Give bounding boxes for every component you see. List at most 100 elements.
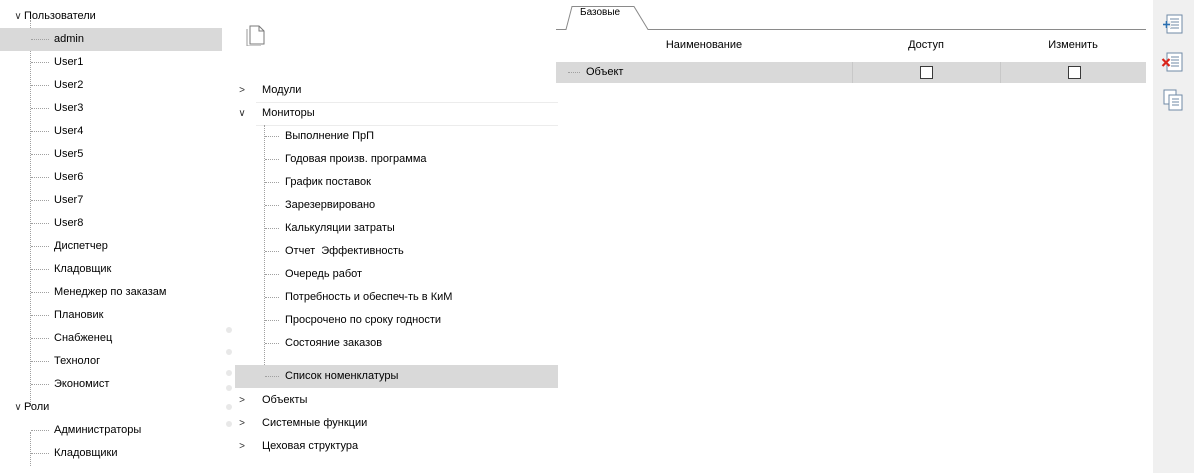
tree-item-monitor[interactable]: Годовая произв. программа: [235, 148, 558, 171]
tree-item-role[interactable]: Кладовщики: [0, 442, 222, 465]
tree-item-label: Объекты: [262, 394, 308, 406]
tree-item-monitor[interactable]: Отчет Эффективность: [235, 240, 558, 263]
chevron-right-icon[interactable]: >: [235, 79, 249, 102]
table-row[interactable]: Объект: [556, 62, 1146, 83]
tree-branch: [31, 430, 49, 431]
chevron-right-icon[interactable]: >: [235, 389, 249, 412]
tree-item-label: Состояние заказов: [285, 337, 383, 349]
tree-item-monitor[interactable]: Калькуляции затраты: [235, 217, 558, 240]
tree-branch: [265, 136, 279, 137]
tree-group-roles[interactable]: ∨ Роли: [0, 396, 222, 419]
delete-row-icon[interactable]: [1161, 50, 1185, 74]
tree-item-user[interactable]: Диспетчер: [0, 235, 222, 258]
tree-item-label: Плановик: [54, 309, 104, 321]
chevron-down-icon[interactable]: ∨: [12, 5, 24, 28]
tree-branch: [31, 384, 49, 385]
tree-branch: [265, 159, 279, 160]
tree-branch: [265, 376, 279, 377]
tree-item-label: Список номенклатуры: [285, 370, 399, 382]
tree-item-monitor[interactable]: Зарезервировано: [235, 194, 558, 217]
tree-item-label: Экономист: [54, 378, 110, 390]
chevron-down-icon[interactable]: ∨: [12, 396, 24, 419]
tree-group-label: Пользователи: [24, 10, 96, 22]
access-checkbox[interactable]: [920, 66, 933, 79]
scroll-dot: [226, 327, 232, 333]
column-header-access[interactable]: Доступ: [852, 33, 1000, 58]
tree-item-user[interactable]: Менеджер по заказам: [0, 281, 222, 304]
tree-item-user[interactable]: Технолог: [0, 350, 222, 373]
tree-item-label: Просрочено по сроку годности: [285, 314, 442, 326]
tree-item-user[interactable]: User6: [0, 166, 222, 189]
tree-item-label: User7: [54, 194, 84, 206]
tree-item-user[interactable]: Кладовщик: [0, 258, 222, 281]
tree-item-monitor[interactable]: Выполнение ПрП: [235, 125, 558, 148]
tree-item-user[interactable]: Плановик: [0, 304, 222, 327]
tree-branch: [31, 85, 49, 86]
tree-branch: [31, 292, 49, 293]
tree-item-role[interactable]: Администраторы: [0, 419, 222, 442]
tree-item-label: User6: [54, 171, 84, 183]
tree-item-monitor[interactable]: Список номенклатуры: [235, 365, 558, 388]
tree-item-label: Системные функции: [262, 417, 368, 429]
scroll-dot: [226, 370, 232, 376]
tree-item-system-functions[interactable]: > Системные функции: [235, 412, 558, 435]
tree-item-label: User4: [54, 125, 84, 137]
tree-branch: [31, 177, 49, 178]
tree-branch: [31, 108, 49, 109]
tree-item-monitor[interactable]: Просрочено по сроку годности: [235, 309, 558, 332]
tree-item-label: Администраторы: [54, 424, 142, 436]
add-row-icon[interactable]: [1161, 12, 1185, 36]
tree-group-users[interactable]: ∨ Пользователи: [0, 5, 222, 28]
tree-item-user[interactable]: User1: [0, 51, 222, 74]
tree-item-monitor[interactable]: График поставок: [235, 171, 558, 194]
tree-item-modules[interactable]: > Модули: [235, 79, 558, 102]
tree-item-label: Модули: [262, 84, 302, 96]
tree-item-monitor[interactable]: Потребность и обеспеч-ть в КиМ: [235, 286, 558, 309]
tree-item-user[interactable]: User3: [0, 97, 222, 120]
tree-item-label: Кладовщик: [54, 263, 112, 275]
chevron-right-icon[interactable]: >: [235, 412, 249, 435]
tree-item-user[interactable]: Снабженец: [0, 327, 222, 350]
grid-header: Наименование Доступ Изменить: [556, 33, 1146, 58]
scroll-dot: [226, 404, 232, 410]
tree-item-label: Мониторы: [262, 107, 315, 119]
tree-item-user[interactable]: User8: [0, 212, 222, 235]
tree-item-user[interactable]: User7: [0, 189, 222, 212]
tree-branch: [31, 223, 49, 224]
tree-item-shop-structure[interactable]: > Цеховая структура: [235, 435, 558, 458]
tree-item-label: User1: [54, 56, 84, 68]
tree-item-user[interactable]: User5: [0, 143, 222, 166]
column-separator: [1000, 62, 1001, 83]
tree-branch: [265, 320, 279, 321]
tree-item-monitor[interactable]: Состояние заказов: [235, 332, 558, 355]
tree-item-label: Очередь работ: [285, 268, 363, 280]
chevron-right-icon[interactable]: >: [235, 435, 249, 458]
copy-rows-icon[interactable]: [1161, 88, 1185, 112]
column-header-edit[interactable]: Изменить: [1000, 33, 1146, 58]
tree-item-user[interactable]: admin: [0, 28, 222, 51]
tree-item-monitor[interactable]: Очередь работ: [235, 263, 558, 286]
chevron-down-icon[interactable]: ∨: [235, 102, 249, 125]
tree-item-user[interactable]: User4: [0, 120, 222, 143]
tree-item-user[interactable]: Экономист: [0, 373, 222, 396]
tree-branch: [31, 315, 49, 316]
tree-item-user[interactable]: User2: [0, 74, 222, 97]
tree-branch: [31, 62, 49, 63]
tree-item-label: Кладовщики: [54, 447, 118, 459]
tree-branch: [31, 453, 49, 454]
tree-branch: [31, 246, 49, 247]
tree-branch: [265, 274, 279, 275]
tree-item-label: User5: [54, 148, 84, 160]
tree-branch: [31, 131, 49, 132]
tab-basic[interactable]: Базовые: [566, 4, 646, 26]
tree-item-objects[interactable]: > Объекты: [235, 389, 558, 412]
column-header-name[interactable]: Наименование: [556, 33, 852, 58]
tree-item-label: Потребность и обеспеч-ть в КиМ: [285, 291, 453, 303]
tree-item-monitors[interactable]: ∨ Мониторы: [235, 102, 558, 125]
tree-item-label: Зарезервировано: [285, 199, 376, 211]
tree-item-label: Снабженец: [54, 332, 113, 344]
edit-checkbox[interactable]: [1068, 66, 1081, 79]
tree-branch: [31, 200, 49, 201]
tree-item-label: Технолог: [54, 355, 101, 367]
tree-item-label: User8: [54, 217, 84, 229]
